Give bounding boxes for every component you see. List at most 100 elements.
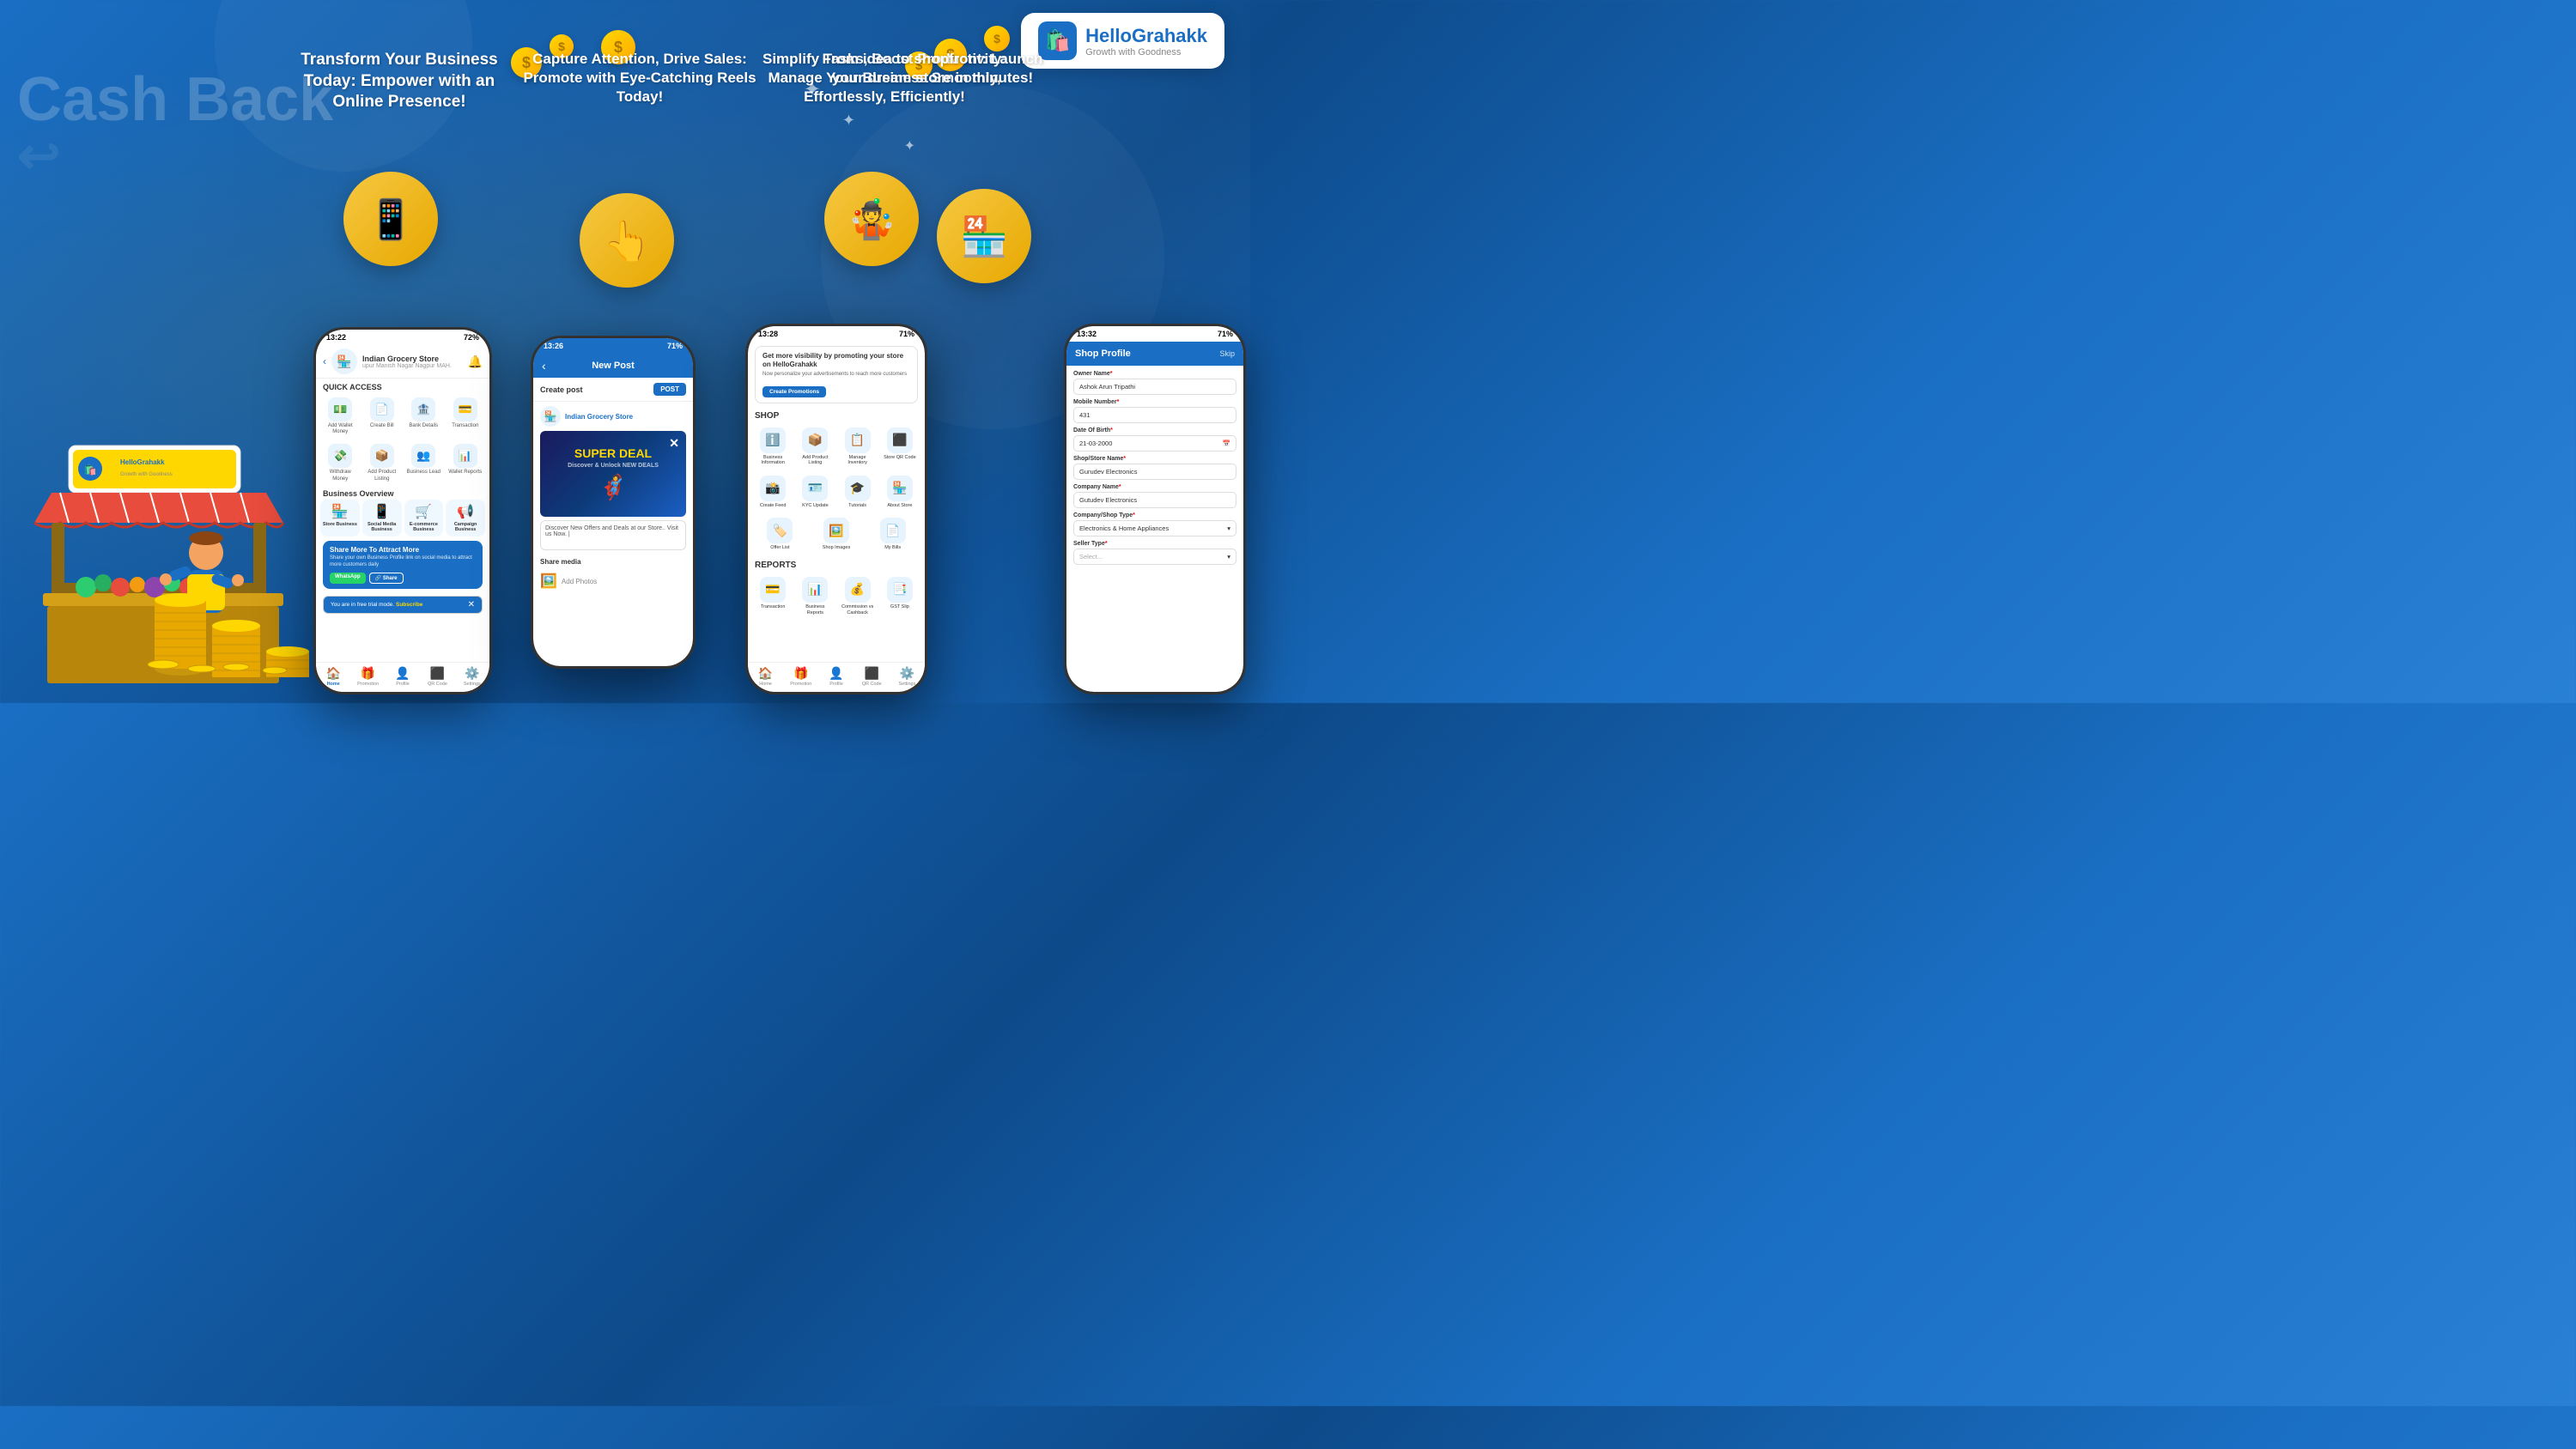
p3-nav-qr[interactable]: ⬛ QR Code — [854, 666, 890, 687]
phone-2: 13:26 71% ‹ New Post ‹ Create post POST … — [531, 336, 696, 669]
share-banner-text: Share your own Business Profile link on … — [330, 555, 476, 569]
nav-promotion[interactable]: 🎁 Promotion — [350, 666, 385, 687]
share-banner-title: Share More To Attract More — [330, 546, 476, 554]
p3-qr-label: QR Code — [862, 682, 882, 687]
caption-box[interactable]: Discover New Offers and Deals at our Sto… — [540, 520, 686, 550]
mobile-number-input[interactable]: 431 — [1073, 407, 1236, 423]
qa-bank-details[interactable]: 🏦 Bank Details — [404, 394, 444, 439]
shop-my-bills[interactable]: 📄 My Bills — [866, 514, 920, 555]
store-address: upur Manish Nagar Nagpur MAH. — [362, 363, 463, 369]
phone-3: 13:28 71% Get more visibility by promoti… — [745, 324, 927, 694]
biz-ecommerce[interactable]: 🛒 E-commerce Business — [404, 500, 444, 537]
qa-biz-lead[interactable]: 👥 Business Lead — [404, 440, 444, 485]
p3-settings-icon: ⚙️ — [900, 666, 914, 681]
post-button[interactable]: POST — [653, 383, 686, 396]
biz-overview-title: Business Overview — [316, 486, 489, 500]
qa-transaction-label: Transaction — [452, 423, 478, 429]
qa-withdraw[interactable]: 💸 Withdraw Money — [320, 440, 361, 485]
shop-name-label: Shop/Store Name* — [1073, 456, 1236, 462]
qa-wallet-reports[interactable]: 📊 Wallet Reports — [446, 440, 486, 485]
reports-grid: 💳 Transaction 📊 Business Reports 💰 Commi… — [748, 573, 925, 619]
trial-close-icon[interactable]: ✕ — [468, 600, 475, 609]
report-transaction[interactable]: 💳 Transaction — [753, 573, 793, 619]
share-banner-buttons: WhatsApp 🔗 Share — [330, 573, 476, 584]
circle-icon-2: 👆 — [580, 185, 674, 296]
shop-kyc[interactable]: 🪪 KYC Update — [795, 472, 835, 512]
p3-nav-settings[interactable]: ⚙️ Settings — [890, 666, 925, 687]
phone-2-battery: 71% — [667, 342, 683, 350]
biz-social-media[interactable]: 📱 Social Media Business — [362, 500, 402, 537]
shop-add-product[interactable]: 📦 Add Product Listing — [795, 424, 835, 470]
share-btn[interactable]: 🔗 Share — [369, 573, 404, 584]
report-gst-icon: 📑 — [887, 577, 913, 603]
p3-nav-promotion[interactable]: 🎁 Promotion — [783, 666, 818, 687]
owner-name-input[interactable]: Ashok Arun Tripathi — [1073, 379, 1236, 395]
company-name-value: Gutudev Electronics — [1079, 496, 1137, 504]
seller-type-select[interactable]: Select... ▾ — [1073, 549, 1236, 565]
report-commission-icon: 💰 — [845, 577, 871, 603]
close-icon[interactable]: ✕ — [669, 436, 679, 451]
qa-transaction[interactable]: 💳 Transaction — [446, 394, 486, 439]
super-deal-image: SUPER DEAL Discover & Unlock NEW DEALS 🦸… — [540, 431, 686, 517]
qa-biz-lead-label: Business Lead — [407, 470, 440, 476]
nav-qrcode[interactable]: ⬛ QR Code — [420, 666, 454, 687]
shop-tutorials[interactable]: 🎓 Tutorials — [838, 472, 878, 512]
p3-nav-profile[interactable]: 👤 Profile — [818, 666, 854, 687]
back-arrow-icon[interactable]: ‹ — [542, 359, 546, 373]
shop-create-feed[interactable]: 📸 Create Feed — [753, 472, 793, 512]
shop-store-qr[interactable]: ⬛ Store QR Code — [880, 424, 920, 470]
logo-tagline: Growth with Goodness — [1085, 47, 1207, 58]
dob-input[interactable]: 21-03-2000 📅 — [1073, 435, 1236, 452]
shop-name-input[interactable]: Gurudev Electronics — [1073, 464, 1236, 480]
subscribe-link[interactable]: Subscribe — [396, 602, 422, 608]
company-name-input[interactable]: Gutudev Electronics — [1073, 492, 1236, 508]
p3-nav-home[interactable]: 🏠 Home — [748, 666, 783, 687]
qa-add-wallet[interactable]: 💵 Add Wallet Money — [320, 394, 361, 439]
qa-create-bill[interactable]: 📄 Create Bill — [362, 394, 403, 439]
qa-add-product[interactable]: 📦 Add Product Listing — [362, 440, 403, 485]
p3-profile-label: Profile — [829, 682, 843, 687]
shop-offer-list[interactable]: 🏷️ Offer List — [753, 514, 807, 555]
biz-social-icon: 📱 — [374, 503, 391, 520]
shop-images[interactable]: 🖼️ Shop Images — [810, 514, 864, 555]
p3-qr-icon: ⬛ — [864, 666, 878, 681]
notification-icon[interactable]: 🔔 — [468, 355, 483, 369]
p3-promotion-label: Promotion — [790, 682, 811, 687]
qa-bank-details-label: Bank Details — [409, 423, 438, 429]
shop-manage-inventory[interactable]: 📋 Manage Inventory — [838, 424, 878, 470]
company-type-select[interactable]: Electronics & Home Appliances ▾ — [1073, 520, 1236, 537]
caption-text: Discover New Offers and Deals at our Sto… — [545, 525, 678, 537]
report-biz[interactable]: 📊 Business Reports — [795, 573, 835, 619]
nav-settings[interactable]: ⚙️ Settings — [455, 666, 489, 687]
reports-section-title: REPORTS — [748, 557, 925, 573]
skip-btn[interactable]: Skip — [1219, 349, 1235, 358]
report-commission[interactable]: 💰 Commission vs Cashback — [838, 573, 878, 619]
phone-2-screen: 13:26 71% ‹ New Post ‹ Create post POST … — [533, 338, 693, 666]
nav-profile[interactable]: 👤 Profile — [386, 666, 420, 687]
nav-home[interactable]: 🏠 Home — [316, 666, 350, 687]
about-store-label: About Store — [887, 503, 912, 509]
create-promo-btn[interactable]: Create Promotions — [762, 386, 826, 397]
whatsapp-btn[interactable]: WhatsApp — [330, 573, 366, 584]
back-icon[interactable]: ‹ — [323, 355, 326, 367]
owner-name-field: Owner Name* Ashok Arun Tripathi — [1073, 371, 1236, 395]
store-info: Indian Grocery Store upur Manish Nagar N… — [362, 355, 463, 369]
coin-6: $ — [984, 26, 1010, 52]
svg-text:🛍️: 🛍️ — [84, 464, 97, 476]
coin-stacks — [142, 540, 313, 677]
shop-biz-info[interactable]: ℹ️ Business Information — [753, 424, 793, 470]
phone-2-store-row: 🏪 Indian Grocery Store — [533, 402, 693, 431]
shop-name-value: Gurudev Electronics — [1079, 468, 1138, 476]
svg-text:Growth with Goodness: Growth with Goodness — [120, 472, 173, 477]
shop-about-store[interactable]: 🏪 About Store — [880, 472, 920, 512]
profile-label: Profile — [396, 682, 410, 687]
biz-store[interactable]: 🏪 Store Business — [320, 500, 360, 537]
report-gst[interactable]: 📑 GST Slip — [880, 573, 920, 619]
add-photos-label[interactable]: Add Photos — [562, 578, 597, 585]
add-photos-icon: 🖼️ — [540, 573, 557, 590]
biz-store-label: Store Business — [323, 522, 357, 528]
biz-campaign[interactable]: 📢 Campaign Business — [446, 500, 485, 537]
circle-icon-3: 🤹 — [824, 163, 919, 275]
shop-images-icon: 🖼️ — [823, 518, 849, 543]
shop-grid-2: 🏷️ Offer List 🖼️ Shop Images 📄 My Bills — [748, 514, 925, 555]
